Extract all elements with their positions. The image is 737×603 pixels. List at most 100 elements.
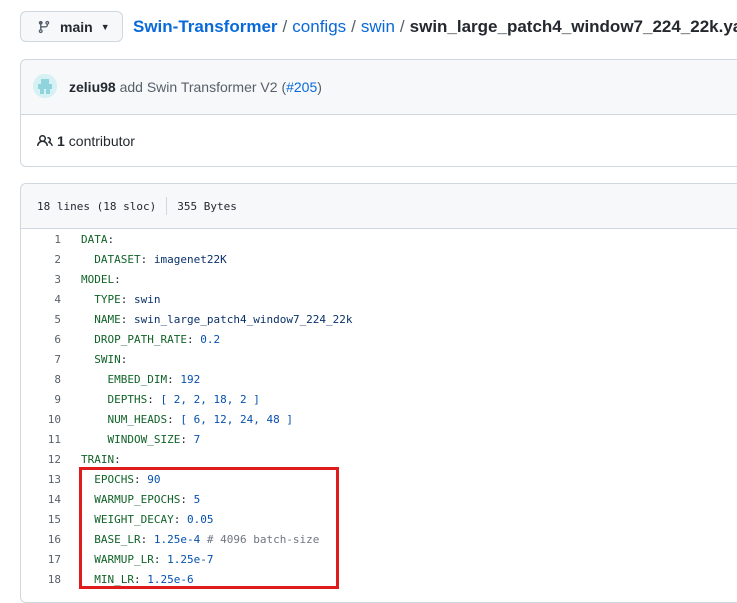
line-number[interactable]: 7 (21, 350, 61, 370)
yaml-key: NUM_HEADS (107, 413, 168, 426)
code-text: DATASET: imagenet22K (81, 250, 226, 270)
breadcrumb-separator: / (282, 17, 288, 36)
code-text: DROP_PATH_RATE: 0.2 (81, 330, 220, 350)
line-number[interactable]: 18 (21, 570, 61, 590)
commit-header: zeliu98 add Swin Transformer V2 (#205) (21, 60, 737, 115)
line-number[interactable]: 5 (21, 310, 61, 330)
yaml-key: MODEL (81, 273, 115, 286)
highlight-annotation-box (79, 467, 339, 589)
line-number[interactable]: 1 (21, 230, 61, 250)
commit-message-end: ) (317, 79, 322, 95)
line-number[interactable]: 16 (21, 530, 61, 550)
header-divider (166, 197, 168, 215)
code-text: DEPTHS: [ 2, 2, 18, 2 ] (81, 390, 260, 410)
line-number[interactable]: 11 (21, 430, 61, 450)
yaml-key: TRAIN (81, 453, 115, 466)
yaml-colon: : (147, 393, 154, 406)
line-number[interactable]: 14 (21, 490, 61, 510)
yaml-colon: : (120, 293, 128, 306)
line-number[interactable]: 4 (21, 290, 61, 310)
code-line: 2 DATASET: imagenet22K (21, 250, 721, 270)
yaml-key: WINDOW_SIZE (107, 433, 181, 446)
code-line: 10 NUM_HEADS: [ 6, 12, 24, 48 ] (21, 410, 721, 430)
breadcrumb-swin-link[interactable]: swin (361, 17, 395, 36)
code-text: WINDOW_SIZE: 7 (81, 430, 201, 450)
yaml-colon: : (167, 373, 174, 386)
yaml-key: DEPTHS (107, 393, 148, 406)
branch-name: main (60, 18, 93, 35)
yaml-colon: : (140, 253, 148, 266)
commit-summary: zeliu98 add Swin Transformer V2 (#205) (69, 79, 322, 95)
yaml-colon: : (114, 273, 121, 286)
yaml-key: DATASET (94, 253, 141, 266)
breadcrumb-separator: / (351, 17, 356, 36)
code-text: MODEL: (81, 270, 121, 290)
code-line: 3 MODEL: (21, 270, 721, 290)
code-line: 8 EMBED_DIM: 192 (21, 370, 721, 390)
latest-commit-box: zeliu98 add Swin Transformer V2 (#205) 1… (20, 59, 737, 167)
code-text: NUM_HEADS: [ 6, 12, 24, 48 ] (81, 410, 293, 430)
yaml-key: DATA (81, 233, 108, 246)
code-line: 9 DEPTHS: [ 2, 2, 18, 2 ] (21, 390, 721, 410)
contributors-summary[interactable]: 1 contributor (37, 133, 135, 149)
file-header: 18 lines (18 sloc) 355 Bytes (21, 184, 737, 229)
yaml-colon: : (167, 413, 174, 426)
breadcrumb: Swin-Transformer / configs / swin / swin_large… (133, 17, 737, 37)
commit-author-link[interactable]: zeliu98 (69, 79, 116, 95)
line-number[interactable]: 17 (21, 550, 61, 570)
breadcrumb-separator: / (399, 17, 405, 36)
commit-message[interactable]: add Swin Transformer V2 ( (120, 79, 287, 95)
yaml-value: 0.2 (200, 333, 221, 346)
line-number[interactable]: 10 (21, 410, 61, 430)
breadcrumb-repo-link[interactable]: Swin-Transformer (133, 17, 278, 36)
code-line: 7 SWIN: (21, 350, 721, 370)
line-number[interactable]: 2 (21, 250, 61, 270)
yaml-value: 192 (180, 373, 201, 386)
breadcrumb-file-name: swin_large_patch4_window7_224_22k.yaml (409, 17, 737, 36)
git-branch-icon (37, 20, 51, 34)
code-text: NAME: swin_large_patch4_window7_224_22k (81, 310, 353, 330)
yaml-value: [ 2, 2, 18, 2 ] (160, 393, 260, 406)
people-icon (37, 133, 53, 149)
file-size: 355 Bytes (177, 199, 237, 213)
line-number[interactable]: 9 (21, 390, 61, 410)
line-number[interactable]: 13 (21, 470, 61, 490)
line-number[interactable]: 3 (21, 270, 61, 290)
yaml-value: swin_large_patch4_window7_224_22k (134, 313, 353, 326)
branch-selector-button[interactable]: main ▼ (20, 11, 123, 42)
code-text: DATA: (81, 230, 114, 250)
contributor-label: contributor (68, 133, 135, 149)
contributor-count: 1 (57, 133, 65, 149)
line-number[interactable]: 12 (21, 450, 61, 470)
code-text: SWIN: (81, 350, 127, 370)
yaml-colon: : (114, 453, 121, 466)
yaml-colon: : (120, 353, 128, 366)
caret-down-icon: ▼ (100, 21, 110, 32)
line-number[interactable]: 8 (21, 370, 61, 390)
yaml-key: SWIN (94, 353, 121, 366)
code-text: TYPE: swin (81, 290, 161, 310)
code-line: 1 DATA: (21, 230, 721, 250)
yaml-colon: : (107, 233, 115, 246)
line-number[interactable]: 15 (21, 510, 61, 530)
yaml-value: swin (134, 293, 161, 306)
yaml-value: 7 (193, 433, 201, 446)
line-number[interactable]: 6 (21, 330, 61, 350)
yaml-key: EMBED_DIM (107, 373, 168, 386)
yaml-key: TYPE (94, 293, 121, 306)
yaml-colon: : (186, 333, 194, 346)
avatar[interactable] (33, 74, 57, 98)
code-line: 6 DROP_PATH_RATE: 0.2 (21, 330, 721, 350)
code-line: 5 NAME: swin_large_patch4_window7_224_22… (21, 310, 721, 330)
breadcrumb-configs-link[interactable]: configs (292, 17, 346, 36)
file-line-count: 18 lines (18 sloc) (37, 199, 157, 213)
yaml-value: [ 6, 12, 24, 48 ] (180, 413, 293, 426)
commit-pr-link[interactable]: #205 (286, 79, 317, 95)
yaml-key: DROP_PATH_RATE (94, 333, 187, 346)
